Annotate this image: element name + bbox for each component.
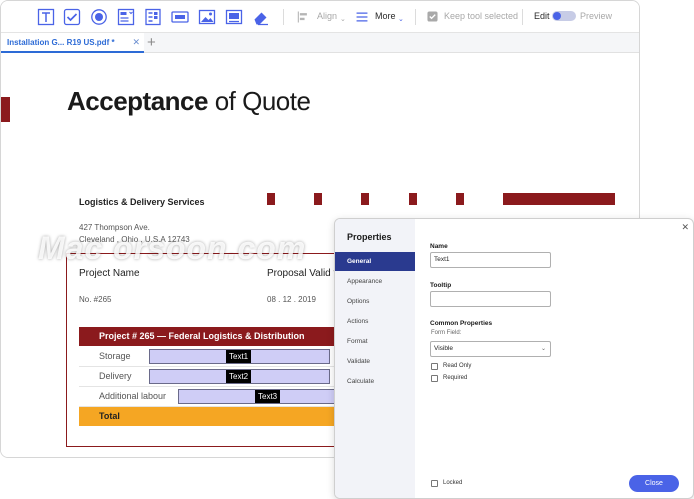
text-field-delivery[interactable]: Text2 <box>149 369 330 384</box>
brand-stripe <box>267 193 275 205</box>
radio-button-icon[interactable] <box>90 8 108 26</box>
accent-tab <box>1 97 10 122</box>
name-label: Name <box>430 243 448 250</box>
chevron-down-icon: ⌄ <box>540 346 546 352</box>
more-label[interactable]: More <box>375 11 396 21</box>
align-label[interactable]: Align <box>317 11 337 21</box>
field-name-tag: Text3 <box>255 390 281 403</box>
required-option[interactable]: Required <box>431 374 467 382</box>
preview-label: Preview <box>580 11 613 21</box>
properties-dialog: Properties General Appearance Options Ac… <box>334 218 694 499</box>
new-tab-icon[interactable]: + <box>147 34 156 52</box>
text-field-storage[interactable]: Text1 <box>149 349 330 364</box>
form-field-select[interactable]: Visible ⌄ <box>430 341 551 357</box>
tooltip-input[interactable] <box>430 291 551 307</box>
tab-document[interactable]: Installation G... R19 US.pdf * ✕ <box>1 33 144 53</box>
eraser-icon[interactable] <box>252 8 270 26</box>
more-caret-icon: ⌄ <box>398 16 404 23</box>
table-row: Storage Text1 <box>79 347 349 367</box>
tab-appearance[interactable]: Appearance <box>335 272 415 291</box>
toolbar-divider <box>522 9 523 25</box>
required-label: Required <box>443 375 468 381</box>
project-name-label: Project Name <box>79 268 140 279</box>
watermark-text: Mac orsoon.com <box>38 230 307 266</box>
text-field-labour[interactable]: Text3 <box>178 389 348 404</box>
title-bold: Acceptance <box>67 86 208 116</box>
button-icon[interactable] <box>171 8 189 26</box>
tab-actions[interactable]: Actions <box>335 312 415 331</box>
project-number: No. #265 <box>79 295 112 304</box>
required-checkbox[interactable] <box>431 374 438 382</box>
toggle-knob <box>553 12 561 20</box>
signature-icon[interactable] <box>225 8 243 26</box>
tab-bar: Installation G... R19 US.pdf * ✕ + <box>1 33 639 53</box>
properties-sidebar: Properties General Appearance Options Ac… <box>335 219 415 498</box>
read-only-checkbox[interactable] <box>431 362 438 370</box>
form-field-value: Visible <box>434 345 454 352</box>
align-icon[interactable] <box>296 8 310 26</box>
checkbox-icon[interactable] <box>63 8 81 26</box>
read-only-label: Read Only <box>443 363 472 369</box>
tab-calculate[interactable]: Calculate <box>335 372 415 391</box>
brand-stripe <box>314 193 322 205</box>
row-label: Storage <box>99 351 131 361</box>
form-field-label: Form Field: <box>431 330 462 336</box>
field-name-tag: Text2 <box>226 370 252 383</box>
company-name: Logistics & Delivery Services <box>79 197 205 207</box>
table-row: Additional labour Text3 <box>79 387 349 407</box>
brand-stripe <box>409 193 417 205</box>
locked-checkbox[interactable] <box>431 479 438 487</box>
close-button[interactable]: Close <box>629 475 679 492</box>
page-title: Acceptance of Quote <box>67 86 311 117</box>
tab-options[interactable]: Options <box>335 292 415 311</box>
proposal-valid-label: Proposal Valid t <box>267 268 337 279</box>
edit-preview-toggle[interactable] <box>552 11 576 21</box>
tab-format[interactable]: Format <box>335 332 415 351</box>
list-box-icon[interactable] <box>117 8 135 26</box>
table-row: Delivery Text2 <box>79 367 349 387</box>
image-icon[interactable] <box>198 8 216 26</box>
row-label: Additional labour <box>99 391 167 401</box>
tab-close-icon[interactable]: ✕ <box>132 37 140 48</box>
locked-label: Locked <box>443 480 463 486</box>
keep-tool-label: Keep tool selected <box>444 11 519 21</box>
tooltip-label: Tooltip <box>430 282 452 289</box>
total-row: Total <box>79 407 349 426</box>
field-name-tag: Text1 <box>226 350 252 363</box>
toolbar-divider <box>283 9 284 25</box>
properties-title: Properties <box>347 232 392 242</box>
align-caret-icon: ⌄ <box>340 16 346 23</box>
quote-box: Project Name Proposal Valid t No. #265 0… <box>66 253 356 447</box>
combo-box-icon[interactable] <box>144 8 162 26</box>
menu-icon[interactable] <box>355 8 369 26</box>
edit-label: Edit <box>534 11 550 21</box>
toolbar-divider <box>415 9 416 25</box>
locked-option[interactable]: Locked <box>431 479 462 487</box>
name-input[interactable]: Text1 <box>430 252 551 268</box>
text-field-icon[interactable] <box>37 8 55 26</box>
brand-stripe <box>503 193 615 205</box>
tab-validate[interactable]: Validate <box>335 352 415 371</box>
tab-document-label: Installation G... R19 US.pdf * <box>7 37 115 47</box>
brand-stripe <box>361 193 369 205</box>
keep-tool-checkbox[interactable] <box>427 11 438 22</box>
proposal-date: 08 . 12 . 2019 <box>267 295 316 304</box>
form-toolbar: Align ⌄ More ⌄ Keep tool selected Edit P… <box>1 1 639 33</box>
title-rest: of Quote <box>207 86 311 116</box>
row-label: Delivery <box>99 371 132 381</box>
tab-general[interactable]: General <box>335 252 415 271</box>
close-icon[interactable]: ✕ <box>681 222 689 233</box>
brand-stripe <box>456 193 464 205</box>
project-header-bar: Project # 265 — Federal Logistics & Dist… <box>79 327 349 346</box>
common-properties-label: Common Properties <box>430 320 493 327</box>
read-only-option[interactable]: Read Only <box>431 362 471 370</box>
